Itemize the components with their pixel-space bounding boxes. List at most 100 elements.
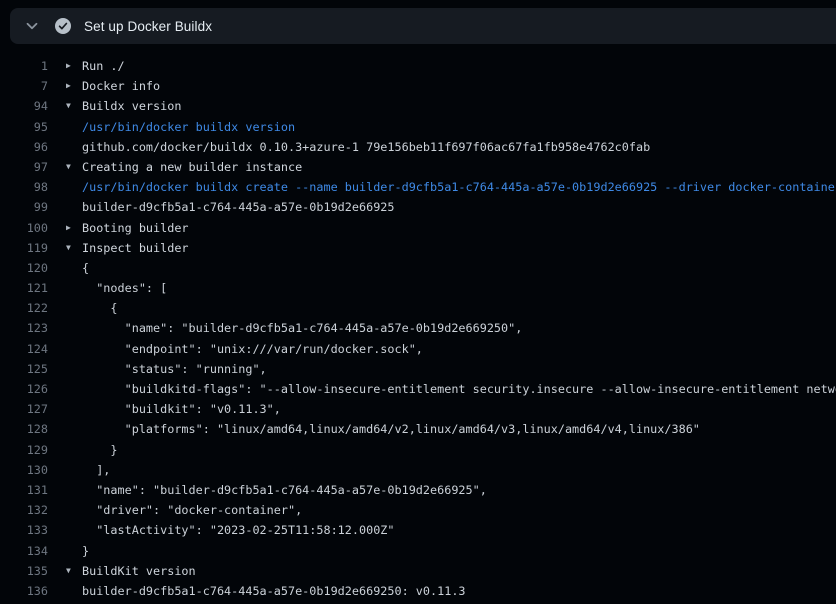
line-content: "status": "running", [66,359,267,379]
output-text: builder-d9cfb5a1-c764-445a-a57e-0b19d2e6… [82,197,395,217]
log-line: 120 { [0,258,836,278]
triangle-down-icon[interactable]: ▼ [66,238,82,258]
step-header[interactable]: Set up Docker Buildx [10,8,836,44]
line-content: } [66,541,89,561]
line-content: "buildkitd-flags": "--allow-insecure-ent… [66,379,836,399]
line-content: "nodes": [ [66,278,167,298]
log-line: 128 "platforms": "linux/amd64,linux/amd6… [0,419,836,439]
line-number[interactable]: 133 [0,520,48,540]
line-number[interactable]: 96 [0,137,48,157]
line-number[interactable]: 100 [0,218,48,238]
group-title: Docker info [82,76,160,96]
line-content: builder-d9cfb5a1-c764-445a-a57e-0b19d2e6… [66,197,395,217]
line-number[interactable]: 120 [0,258,48,278]
log-line: 136 builder-d9cfb5a1-c764-445a-a57e-0b19d… [0,581,836,601]
triangle-down-icon[interactable]: ▼ [66,157,82,177]
line-content: ], [66,460,110,480]
output-text: { [82,298,118,318]
line-number[interactable]: 132 [0,500,48,520]
log-line: 95/usr/bin/docker buildx version [0,117,836,137]
line-number[interactable]: 121 [0,278,48,298]
line-number[interactable]: 131 [0,480,48,500]
line-number[interactable]: 127 [0,399,48,419]
log-line: 121 "nodes": [ [0,278,836,298]
output-text: { [82,258,89,278]
line-number[interactable]: 7 [0,76,48,96]
log-line: 134} [0,541,836,561]
line-number[interactable]: 128 [0,419,48,439]
output-text: "name": "builder-d9cfb5a1-c764-445a-a57e… [82,318,522,338]
chevron-down-icon [24,18,40,34]
line-number[interactable]: 136 [0,581,48,601]
step-title: Set up Docker Buildx [84,19,212,34]
line-content: ▶Docker info [66,76,160,96]
line-content: "name": "builder-d9cfb5a1-c764-445a-a57e… [66,480,487,500]
line-content: { [66,298,118,318]
log-line: 129 } [0,440,836,460]
line-number[interactable]: 129 [0,440,48,460]
line-number[interactable]: 124 [0,339,48,359]
line-number[interactable]: 130 [0,460,48,480]
line-content: "platforms": "linux/amd64,linux/amd64/v2… [66,419,700,439]
command-text: /usr/bin/docker buildx version [82,117,295,137]
triangle-right-icon[interactable]: ▶ [66,56,82,76]
line-content: ▶Booting builder [66,218,189,238]
line-number[interactable]: 97 [0,157,48,177]
line-content: /usr/bin/docker buildx version [66,117,295,137]
line-number[interactable]: 94 [0,96,48,116]
line-content: github.com/docker/buildx 0.10.3+azure-1 … [66,137,650,157]
log-line: 131 "name": "builder-d9cfb5a1-c764-445a-… [0,480,836,500]
log-group-row[interactable]: 94 ▼Buildx version [0,96,836,116]
output-text: "name": "builder-d9cfb5a1-c764-445a-a57e… [82,480,487,500]
collapse-step-button[interactable] [23,17,41,35]
output-text: "driver": "docker-container", [82,500,302,520]
log-group-row[interactable]: 119▼Inspect builder [0,238,836,258]
line-number[interactable]: 126 [0,379,48,399]
line-number[interactable]: 125 [0,359,48,379]
line-content: "lastActivity": "2023-02-25T11:58:12.000… [66,520,395,540]
line-content: ▼BuildKit version [66,561,196,581]
line-content: ▼Creating a new builder instance [66,157,302,177]
log-line: 133 "lastActivity": "2023-02-25T11:58:12… [0,520,836,540]
log-group-row[interactable]: 100 ▶Booting builder [0,218,836,238]
line-number[interactable]: 99 [0,197,48,217]
log-group-row[interactable]: 135 ▼BuildKit version [0,561,836,581]
line-number[interactable]: 119 [0,238,48,258]
check-circle-icon [55,18,71,34]
line-number[interactable]: 98 [0,177,48,197]
log-line: 132 "driver": "docker-container", [0,500,836,520]
log-output: 1▶Run ./7▶Docker info94▼Buildx version95… [0,44,836,601]
output-text: "nodes": [ [82,278,167,298]
output-text: "platforms": "linux/amd64,linux/amd64/v2… [82,419,700,439]
log-group-row[interactable]: 7 ▶Docker info [0,76,836,96]
line-number[interactable]: 123 [0,318,48,338]
line-number[interactable]: 122 [0,298,48,318]
line-number[interactable]: 95 [0,117,48,137]
line-content: } [66,440,118,460]
log-line: 122 { [0,298,836,318]
log-line: 126 "buildkitd-flags": "--allow-insecure… [0,379,836,399]
line-number[interactable]: 135 [0,561,48,581]
log-group-row[interactable]: 1▶Run ./ [0,56,836,76]
line-number[interactable]: 1 [0,56,48,76]
group-title: Booting builder [82,218,189,238]
line-content: /usr/bin/docker buildx create --name bui… [66,177,836,197]
log-line: 98/usr/bin/docker buildx create --name b… [0,177,836,197]
triangle-right-icon[interactable]: ▶ [66,218,82,238]
output-text: builder-d9cfb5a1-c764-445a-a57e-0b19d2e6… [82,581,466,601]
line-number[interactable]: 134 [0,541,48,561]
triangle-right-icon[interactable]: ▶ [66,76,82,96]
line-content: ▼Buildx version [66,96,181,116]
line-content: "driver": "docker-container", [66,500,302,520]
output-text: ], [82,460,110,480]
log-line: 127 "buildkit": "v0.11.3", [0,399,836,419]
group-title: Creating a new builder instance [82,157,302,177]
triangle-down-icon[interactable]: ▼ [66,561,82,581]
log-group-row[interactable]: 97 ▼Creating a new builder instance [0,157,836,177]
triangle-down-icon[interactable]: ▼ [66,96,82,116]
line-content: { [66,258,89,278]
output-text: "buildkit": "v0.11.3", [82,399,281,419]
line-content: "endpoint": "unix:///var/run/docker.sock… [66,339,423,359]
log-line: 124 "endpoint": "unix:///var/run/docker.… [0,339,836,359]
output-text: "lastActivity": "2023-02-25T11:58:12.000… [82,520,395,540]
